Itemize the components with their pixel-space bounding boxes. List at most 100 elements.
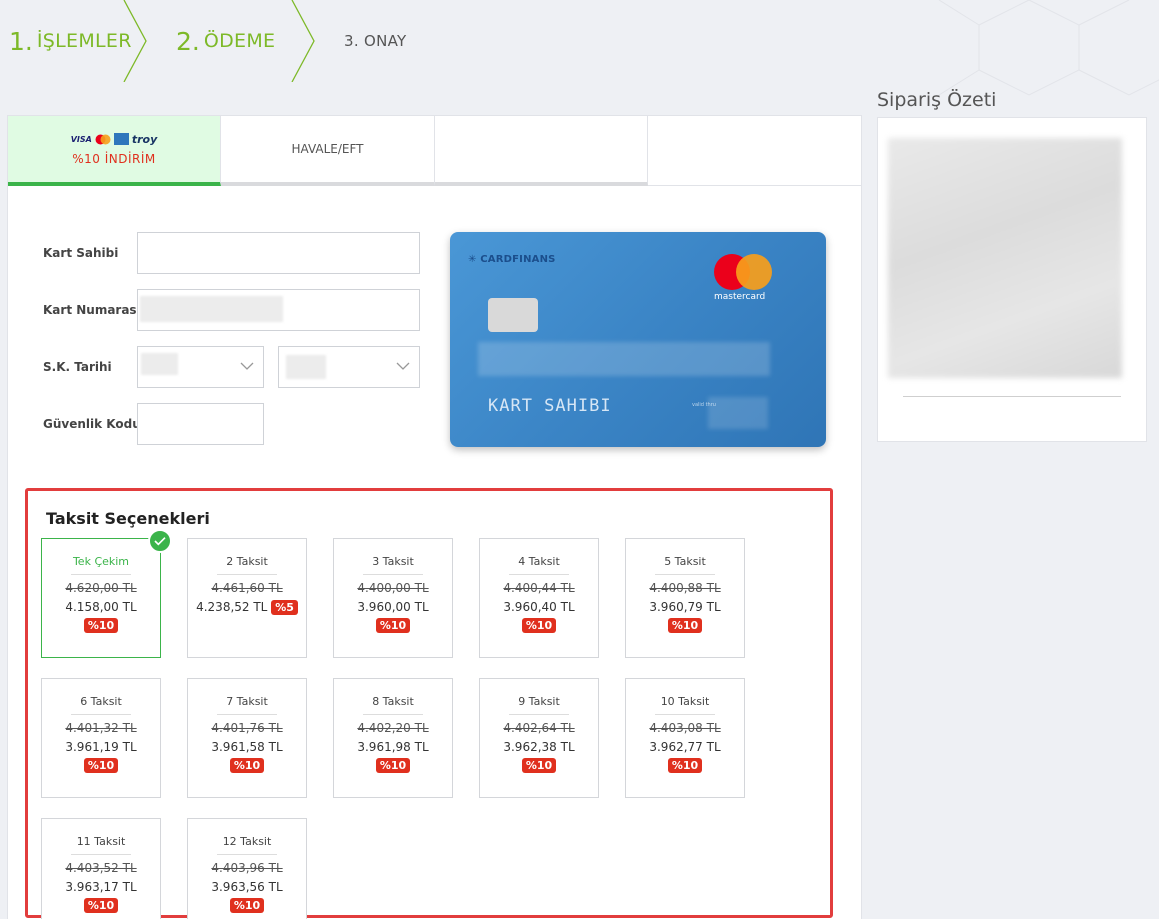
installment-name: Tek Çekim [71,555,131,575]
installment-new-price: 3.962,38 TL [503,740,575,754]
installment-old-price: 4.403,96 TL [211,861,283,875]
installment-name: 3 Taksit [363,555,423,575]
cvv-label: Güvenlik Kodu [43,417,141,431]
installment-new-price: 4.158,00 TL [65,600,137,614]
redacted-value [140,296,283,322]
installment-name: 4 Taksit [509,555,569,575]
card-preview: ✳ CARDFINANS mastercard KART SAHIBI vali… [450,232,826,447]
installment-old-price: 4.400,44 TL [503,581,575,595]
installment-name: 7 Taksit [217,695,277,715]
installment-new-price: 3.960,79 TL [649,600,721,614]
expiry-year-select[interactable] [278,346,420,388]
installment-name: 9 Taksit [509,695,569,715]
installment-option[interactable]: 5 Taksit 4.400,88 TL 3.960,79 TL %10 [625,538,745,658]
installment-option[interactable]: 3 Taksit 4.400,00 TL 3.960,00 TL %10 [333,538,453,658]
order-summary-title: Sipariş Özeti [877,89,997,111]
order-summary-content [888,138,1122,378]
step-number: 1. [9,26,33,56]
step-label: İŞLEMLER [36,30,132,52]
installment-options: Taksit Seçenekleri Tek Çekim 4.620,00 TL 4… [25,488,833,919]
discount-badge: %10 [521,758,557,773]
card-holder-label: Kart Sahibi [43,246,119,260]
card-number-label: Kart Numarası [43,303,141,317]
step-payment[interactable]: 2. ÖDEME [176,0,275,82]
installment-new-price: 3.961,98 TL [357,740,429,754]
expiry-label: S.K. Tarihi [43,360,112,374]
discount-badge: %5 [271,600,298,615]
installment-name: 6 Taksit [71,695,131,715]
installment-option[interactable]: 9 Taksit 4.402,64 TL 3.962,38 TL %10 [479,678,599,798]
installment-option[interactable]: 4 Taksit 4.400,44 TL 3.960,40 TL %10 [479,538,599,658]
card-holder-preview: KART SAHIBI [488,396,612,416]
installment-row: 4.238,52 TL %5 [188,600,306,615]
installment-old-price: 4.461,60 TL [211,581,283,595]
step-chevron-icon [291,0,315,82]
bank-logo: ✳ CARDFINANS [468,254,556,265]
mastercard-text: mastercard [714,292,766,302]
bank-star-icon: ✳ [468,254,481,265]
tab-credit-card[interactable]: VISA troy %10 İNDİRİM [8,116,221,186]
cvv-input[interactable] [137,403,264,445]
step-number: 2. [176,26,200,56]
installment-name: 5 Taksit [655,555,715,575]
discount-badge: %10 [83,618,119,633]
redacted-value [286,355,326,379]
discount-badge: %10 [83,758,119,773]
expiry-month-select[interactable] [137,346,264,388]
installment-old-price: 4.401,76 TL [211,721,283,735]
discount-badge: %10 [667,758,703,773]
installment-new-price: 3.961,58 TL [211,740,283,754]
payment-method-tabs: VISA troy %10 İNDİRİM HAVALE/EFT [8,116,861,186]
installment-new-price: 3.963,17 TL [65,880,137,894]
installment-new-price: 3.963,56 TL [211,880,283,894]
installment-new-price: 3.961,19 TL [65,740,137,754]
step-label: 3. ONAY [344,32,407,50]
installment-name: 12 Taksit [217,835,277,855]
checkout-steps: 1. İŞLEMLER 2. ÖDEME 3. ONAY [0,0,460,82]
installment-new-price: 3.960,40 TL [503,600,575,614]
chevron-down-icon [240,362,254,370]
installment-option[interactable]: 11 Taksit 4.403,52 TL 3.963,17 TL %10 [41,818,161,919]
installment-option[interactable]: Tek Çekim 4.620,00 TL 4.158,00 TL %10 [41,529,172,658]
installment-name: 10 Taksit [655,695,715,715]
visa-logo-icon: VISA [70,134,92,144]
installment-option[interactable]: 10 Taksit 4.403,08 TL 3.962,77 TL %10 [625,678,745,798]
discount-badge: %10 [521,618,557,633]
card-holder-input[interactable] [137,232,420,274]
card-logos: VISA troy [71,132,158,146]
installment-option[interactable]: 7 Taksit 4.401,76 TL 3.961,58 TL %10 [187,678,307,798]
tab-other[interactable] [435,116,648,186]
tab-label: HAVALE/EFT [291,142,364,156]
chevron-down-icon [396,362,410,370]
step-chevron-icon [123,0,147,82]
installment-old-price: 4.401,32 TL [65,721,137,735]
step-label: ÖDEME [203,30,276,52]
discount-badge: %10 [375,618,411,633]
discount-badge: %10 [667,618,703,633]
tab-bank-transfer[interactable]: HAVALE/EFT [221,116,435,186]
check-icon [148,529,172,553]
amex-logo-icon [113,133,129,145]
mastercard-logo-icon [95,134,111,144]
order-summary [877,117,1147,442]
step-transactions[interactable]: 1. İŞLEMLER [9,0,132,82]
mastercard-logo-icon [714,254,772,290]
installment-option[interactable]: 8 Taksit 4.402,20 TL 3.961,98 TL %10 [333,678,453,798]
discount-badge: %10 [229,758,265,773]
redacted-value [141,353,178,375]
installment-old-price: 4.403,08 TL [649,721,721,735]
card-chip [488,298,538,332]
step-confirm[interactable]: 3. ONAY [344,0,406,82]
installment-option[interactable]: 12 Taksit 4.403,96 TL 3.963,56 TL %10 [187,818,307,919]
installment-old-price: 4.400,00 TL [357,581,429,595]
installments-title: Taksit Seçenekleri [46,509,210,528]
divider [903,396,1121,397]
installment-option[interactable]: 6 Taksit 4.401,32 TL 3.961,19 TL %10 [41,678,161,798]
payment-panel: VISA troy %10 İNDİRİM HAVALE/EFT Kart Sa… [7,115,862,919]
card-number-preview [478,342,770,376]
card-number-input[interactable] [137,289,420,331]
troy-logo-icon: troy [131,132,158,146]
installment-option[interactable]: 2 Taksit 4.461,60 TL 4.238,52 TL %5 [187,538,307,658]
installment-old-price: 4.400,88 TL [649,581,721,595]
installment-old-price: 4.620,00 TL [65,581,137,595]
